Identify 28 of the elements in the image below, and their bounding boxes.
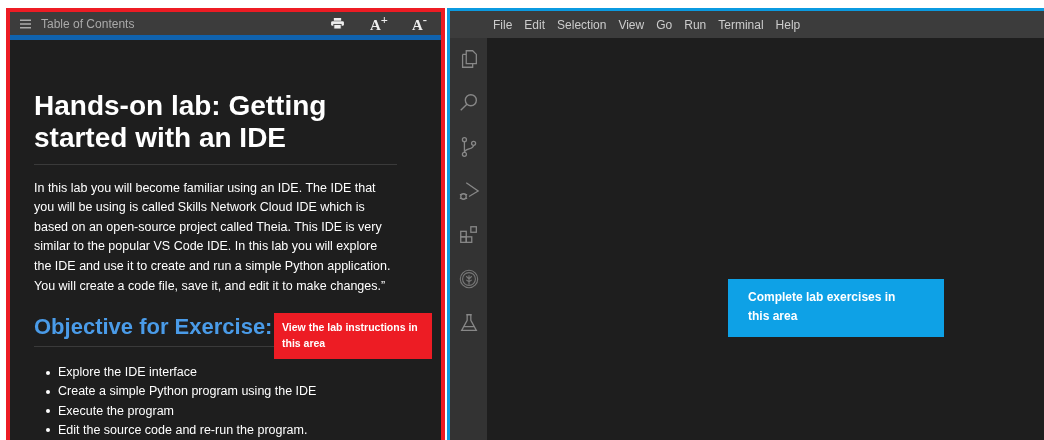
intro-paragraph: In this lab you will become familiar using an IDE. The IDE that you will be using is called Skills Network Cloud IDE which is based on an open-source project called Theia. This IDE is very similar to the popular VS Code IDE. In this lab you will explore the IDE and use it to create and run a simple Python application. You will create a code file, save it, and edit it to make changes.” [34, 179, 392, 295]
menu-item[interactable]: Run [684, 17, 707, 32]
bullet-icon [46, 428, 50, 433]
bullet-icon [46, 390, 50, 394]
menu-item[interactable]: File [493, 17, 513, 32]
run-debug-icon[interactable] [457, 180, 480, 202]
bullet-icon [46, 370, 50, 375]
menu-item[interactable]: Edit [524, 17, 546, 32]
tree-emblem-icon[interactable] [457, 268, 480, 290]
ide-callout: Complete lab exercises in this area [728, 279, 944, 337]
objective-item: Create a simple Python program using the IDE [58, 383, 317, 401]
menu-item[interactable]: View [618, 17, 645, 32]
objective-item: Edit the source code and re-run the program. [58, 421, 308, 439]
menu-icon[interactable] [20, 18, 31, 29]
lab-title: Hands-on lab: Getting started with an IDE [34, 89, 397, 165]
objective-item: Execute the program [58, 402, 175, 420]
objective-item: Explore the IDE interface [58, 364, 197, 382]
menu-item[interactable]: Help [775, 17, 801, 32]
menu-item[interactable]: Terminal [718, 17, 764, 32]
font-size-button[interactable]: A$^{-}$ [408, 13, 431, 35]
extensions-icon[interactable] [457, 224, 480, 246]
bullet-icon [46, 409, 50, 414]
menu-item[interactable]: Selection [557, 17, 607, 32]
menu-item[interactable]: Go [656, 17, 673, 32]
instructions-callout: View the lab instructions in this area [274, 312, 432, 359]
font-size-button[interactable]: A$^{+}$ [366, 13, 392, 35]
print-icon[interactable] [331, 18, 344, 30]
toc-title[interactable]: Table of Contents [41, 16, 135, 31]
